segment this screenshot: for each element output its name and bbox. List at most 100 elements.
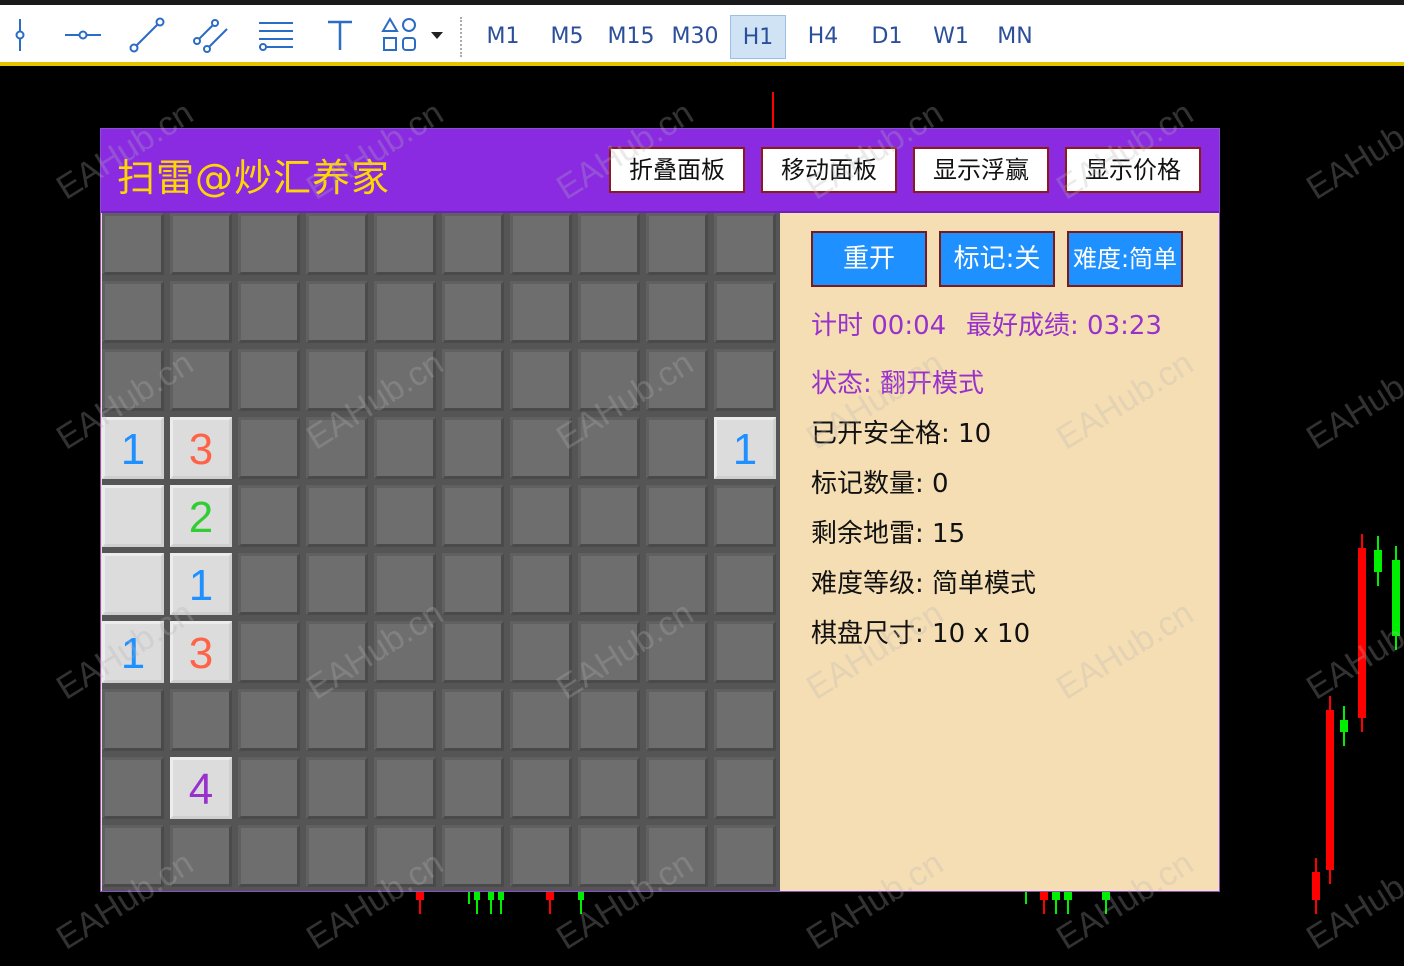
board-cell-hidden[interactable] [646,281,708,343]
timeframe-h4[interactable]: H4 [794,15,852,59]
board-cell-hidden[interactable] [238,349,300,411]
board-cell-hidden[interactable] [306,281,368,343]
horizontal-line-icon[interactable] [62,13,104,57]
board-cell-hidden[interactable] [442,757,504,819]
board-cell-hidden[interactable] [442,281,504,343]
board-cell-hidden[interactable] [714,349,776,411]
board-cell-hidden[interactable] [374,485,436,547]
show-floating-pnl-button[interactable]: 显示浮赢 [913,147,1049,193]
board-cell-hidden[interactable] [442,417,504,479]
restart-button[interactable]: 重开 [811,231,927,287]
board-cell-hidden[interactable] [510,757,572,819]
timeframe-m1[interactable]: M1 [474,15,532,59]
board-cell-hidden[interactable] [646,417,708,479]
board-cell-hidden[interactable] [238,213,300,275]
board-cell-hidden[interactable] [714,553,776,615]
board-cell-hidden[interactable] [374,349,436,411]
panel-header[interactable]: 扫雷@炒汇养家 折叠面板 移动面板 显示浮赢 显示价格 [101,129,1219,213]
timeframe-m30[interactable]: M30 [666,15,724,59]
board-cell-hidden[interactable] [646,213,708,275]
board-cell-hidden[interactable] [510,281,572,343]
board-cell-open[interactable] [102,485,164,547]
board-cell-hidden[interactable] [442,825,504,887]
board-cell-open[interactable]: 1 [102,621,164,683]
fibonacci-icon[interactable] [254,13,296,57]
board-cell-hidden[interactable] [238,621,300,683]
board-cell-hidden[interactable] [510,417,572,479]
dropdown-arrow-icon[interactable] [426,13,448,57]
board-cell-hidden[interactable] [578,757,640,819]
timeframe-mn[interactable]: MN [986,15,1044,59]
board-cell-hidden[interactable] [646,689,708,751]
board-cell-hidden[interactable] [238,417,300,479]
collapse-panel-button[interactable]: 折叠面板 [609,147,745,193]
board-cell-hidden[interactable] [714,757,776,819]
board-cell-hidden[interactable] [374,213,436,275]
board-cell-hidden[interactable] [102,349,164,411]
board-cell-hidden[interactable] [510,485,572,547]
board-cell-hidden[interactable] [306,825,368,887]
board-cell-hidden[interactable] [510,349,572,411]
board-cell-hidden[interactable] [578,281,640,343]
board-cell-hidden[interactable] [578,213,640,275]
board-cell-hidden[interactable] [510,689,572,751]
board-cell-hidden[interactable] [306,553,368,615]
board-cell-open[interactable]: 3 [170,621,232,683]
board-cell-hidden[interactable] [578,553,640,615]
board-cell-hidden[interactable] [578,689,640,751]
board-cell-hidden[interactable] [238,553,300,615]
board-cell-hidden[interactable] [714,621,776,683]
board-cell-hidden[interactable] [306,417,368,479]
board-cell-open[interactable] [102,553,164,615]
board-cell-hidden[interactable] [374,621,436,683]
shapes-icon[interactable] [380,13,420,57]
board-cell-open[interactable]: 1 [714,417,776,479]
trendline-icon[interactable] [126,13,168,57]
board-cell-hidden[interactable] [442,553,504,615]
move-panel-button[interactable]: 移动面板 [761,147,897,193]
board-cell-hidden[interactable] [646,621,708,683]
board-cell-hidden[interactable] [374,281,436,343]
board-cell-hidden[interactable] [170,825,232,887]
board-cell-hidden[interactable] [238,281,300,343]
board-cell-hidden[interactable] [442,689,504,751]
board-cell-hidden[interactable] [442,213,504,275]
board-cell-hidden[interactable] [714,825,776,887]
board-cell-hidden[interactable] [646,349,708,411]
board-cell-open[interactable]: 4 [170,757,232,819]
vertical-line-icon[interactable] [6,13,34,57]
board-cell-hidden[interactable] [646,553,708,615]
board-cell-hidden[interactable] [102,757,164,819]
board-cell-hidden[interactable] [374,825,436,887]
board-cell-hidden[interactable] [442,485,504,547]
board-cell-hidden[interactable] [306,485,368,547]
board-cell-hidden[interactable] [238,689,300,751]
board-cell-hidden[interactable] [374,689,436,751]
board-cell-hidden[interactable] [714,281,776,343]
text-icon[interactable] [320,13,360,57]
board-cell-hidden[interactable] [646,757,708,819]
board-cell-hidden[interactable] [510,213,572,275]
board-cell-hidden[interactable] [646,485,708,547]
timeframe-h1[interactable]: H1 [730,15,786,59]
board-cell-open[interactable]: 1 [170,553,232,615]
board-cell-hidden[interactable] [578,621,640,683]
board-cell-hidden[interactable] [306,621,368,683]
board-cell-hidden[interactable] [170,281,232,343]
board-cell-hidden[interactable] [102,689,164,751]
board-cell-hidden[interactable] [238,825,300,887]
board-cell-open[interactable]: 3 [170,417,232,479]
difficulty-button[interactable]: 难度:简单 [1067,231,1183,287]
board-cell-hidden[interactable] [306,349,368,411]
board-cell-open[interactable]: 2 [170,485,232,547]
board-cell-hidden[interactable] [510,825,572,887]
board-cell-hidden[interactable] [646,825,708,887]
board-cell-hidden[interactable] [442,349,504,411]
board-cell-hidden[interactable] [714,213,776,275]
timeframe-m15[interactable]: M15 [602,15,660,59]
board-cell-hidden[interactable] [170,349,232,411]
board-cell-hidden[interactable] [714,689,776,751]
board-cell-hidden[interactable] [102,213,164,275]
board-cell-hidden[interactable] [102,281,164,343]
board-cell-hidden[interactable] [714,485,776,547]
